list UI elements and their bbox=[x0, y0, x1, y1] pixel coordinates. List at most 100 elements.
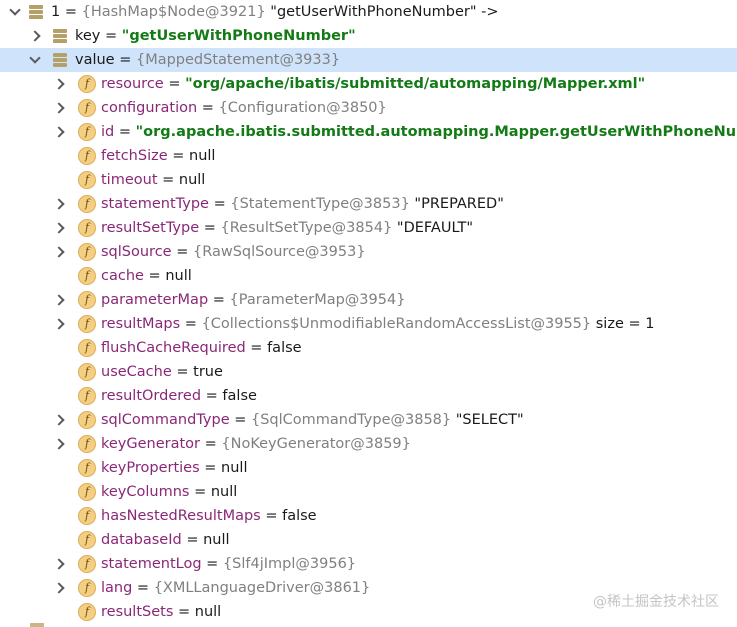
variable-name: statementType bbox=[101, 196, 209, 212]
tree-row-flushcacherequired[interactable]: f flushCacheRequired = false bbox=[0, 336, 737, 360]
variable-label: databaseId = null bbox=[101, 528, 230, 552]
equals-sign: = bbox=[143, 268, 166, 284]
equals-sign: = bbox=[171, 364, 194, 380]
variable-value: size = 1 bbox=[591, 316, 655, 332]
tree-row-keygenerator[interactable]: f keyGenerator = {NoKeyGenerator@3859} bbox=[0, 432, 737, 456]
variable-name: resultSetType bbox=[101, 220, 200, 236]
variable-name: value bbox=[75, 52, 115, 68]
variable-value: "DEFAULT" bbox=[392, 220, 474, 236]
chevron-right-icon[interactable] bbox=[52, 72, 66, 96]
variable-label: timeout = null bbox=[101, 168, 205, 192]
field-icon: f bbox=[78, 555, 96, 573]
tree-row-value[interactable]: value = {MappedStatement@3933} bbox=[0, 48, 737, 72]
chevron-right-icon[interactable] bbox=[52, 432, 66, 456]
stack-icon bbox=[52, 28, 68, 44]
tree-row-resultmaps[interactable]: f resultMaps = {Collections$UnmodifiableR… bbox=[0, 312, 737, 336]
variable-label: flushCacheRequired = false bbox=[101, 336, 302, 360]
variable-value: false bbox=[282, 508, 317, 524]
chevron-right-icon[interactable] bbox=[52, 552, 66, 576]
field-icon: f bbox=[78, 243, 96, 261]
object-reference: {ResultSetType@3854} bbox=[220, 220, 393, 236]
variable-label: statementType = {StatementType@3853} "PR… bbox=[101, 192, 504, 216]
chevron-down-icon[interactable] bbox=[28, 48, 42, 72]
field-icon: f bbox=[78, 483, 96, 501]
equals-sign: = bbox=[100, 28, 122, 44]
chevron-right-icon[interactable] bbox=[52, 120, 66, 144]
object-reference: {NoKeyGenerator@3859} bbox=[221, 436, 411, 452]
tree-row-configuration[interactable]: f configuration = {Configuration@3850} bbox=[0, 96, 737, 120]
tree-row-keycolumns[interactable]: f keyColumns = null bbox=[0, 480, 737, 504]
variable-label: lang = {XMLLanguageDriver@3861} bbox=[101, 576, 370, 600]
equals-sign: = bbox=[114, 52, 136, 68]
chevron-right-icon[interactable] bbox=[52, 312, 66, 336]
variable-name: 1 bbox=[51, 4, 61, 20]
tree-row-keyproperties[interactable]: f keyProperties = null bbox=[0, 456, 737, 480]
tree-row-statementtype[interactable]: f statementType = {StatementType@3853} "P… bbox=[0, 192, 737, 216]
tree-row-sqlsource[interactable]: f sqlSource = {RawSqlSource@3953} bbox=[0, 240, 737, 264]
object-reference: {MappedStatement@3933} bbox=[135, 52, 341, 68]
variable-label: keyProperties = null bbox=[101, 456, 247, 480]
variable-label: useCache = true bbox=[101, 360, 223, 384]
tree-row-timeout[interactable]: f timeout = null bbox=[0, 168, 737, 192]
tree-row-databaseid[interactable]: f databaseId = null bbox=[0, 528, 737, 552]
chevron-right-icon[interactable] bbox=[52, 408, 66, 432]
variable-name: id bbox=[101, 124, 115, 140]
tree-row-key[interactable]: key = "getUserWithPhoneNumber" bbox=[0, 24, 737, 48]
field-icon: f bbox=[78, 267, 96, 285]
equals-sign: = bbox=[208, 196, 231, 212]
chevron-right-icon[interactable] bbox=[52, 240, 66, 264]
tree-row-statementlog[interactable]: f statementLog = {Slf4jImpl@3956} bbox=[0, 552, 737, 576]
tree-row-cache[interactable]: f cache = null bbox=[0, 264, 737, 288]
variable-label: cache = null bbox=[101, 264, 192, 288]
chevron-right-icon[interactable] bbox=[52, 576, 66, 600]
field-icon: f bbox=[78, 171, 96, 189]
tree-row-id[interactable]: f id = "org.apache.ibatis.submitted.autom… bbox=[0, 120, 737, 144]
field-icon: f bbox=[78, 411, 96, 429]
field-icon: f bbox=[78, 75, 96, 93]
chevron-right-icon[interactable] bbox=[28, 24, 42, 48]
tree-row-usecache[interactable]: f useCache = true bbox=[0, 360, 737, 384]
tree-row-hasnestedresultmaps[interactable]: f hasNestedResultMaps = false bbox=[0, 504, 737, 528]
chevron-down-icon[interactable] bbox=[8, 0, 22, 24]
chevron-right-icon[interactable] bbox=[52, 216, 66, 240]
field-icon: f bbox=[78, 435, 96, 453]
variable-name: resource bbox=[101, 76, 164, 92]
object-reference: {ParameterMap@3954} bbox=[229, 292, 406, 308]
tree-row-1[interactable]: 1 = {HashMap$Node@3921} "getUserWithPhon… bbox=[0, 0, 737, 24]
tree-row-sqlcommandtype[interactable]: f sqlCommandType = {SqlCommandType@3858} … bbox=[0, 408, 737, 432]
tree-row-parametermap[interactable]: f parameterMap = {ParameterMap@3954} bbox=[0, 288, 737, 312]
tree-row-fetchsize[interactable]: f fetchSize = null bbox=[0, 144, 737, 168]
equals-sign: = bbox=[181, 532, 204, 548]
variable-name: databaseId bbox=[101, 532, 182, 548]
object-reference: {Collections$UnmodifiableRandomAccessLis… bbox=[201, 316, 592, 332]
field-icon: f bbox=[78, 387, 96, 405]
variable-label: parameterMap = {ParameterMap@3954} bbox=[101, 288, 405, 312]
variable-label: hasNestedResultMaps = false bbox=[101, 504, 317, 528]
variable-label: sqlCommandType = {SqlCommandType@3858} "… bbox=[101, 408, 524, 432]
variable-label: resultSetType = {ResultSetType@3854} "DE… bbox=[101, 216, 473, 240]
variable-label: sqlSource = {RawSqlSource@3953} bbox=[101, 240, 366, 264]
equals-sign: = bbox=[157, 172, 179, 188]
chevron-right-icon[interactable] bbox=[52, 192, 66, 216]
field-icon: f bbox=[78, 603, 96, 621]
chevron-right-icon[interactable] bbox=[52, 96, 66, 120]
chevron-right-icon[interactable] bbox=[52, 288, 66, 312]
tree-row-resultordered[interactable]: f resultOrdered = false bbox=[0, 384, 737, 408]
stack-icon bbox=[28, 4, 44, 20]
variable-name: keyGenerator bbox=[101, 436, 201, 452]
variable-value: null bbox=[178, 172, 206, 188]
object-reference: {Slf4jImpl@3956} bbox=[222, 556, 357, 572]
field-icon: f bbox=[78, 531, 96, 549]
variable-name: keyColumns bbox=[101, 484, 190, 500]
variable-value: "getUserWithPhoneNumber" bbox=[121, 28, 356, 44]
variable-name: key bbox=[75, 28, 101, 44]
tree-row-resource[interactable]: f resource = "org/apache/ibatis/submitted… bbox=[0, 72, 737, 96]
tree-row-resultsettype[interactable]: f resultSetType = {ResultSetType@3854} "D… bbox=[0, 216, 737, 240]
equals-sign: = bbox=[163, 76, 186, 92]
variable-label: 1 = {HashMap$Node@3921} "getUserWithPhon… bbox=[51, 0, 499, 24]
variable-name: sqlSource bbox=[101, 244, 172, 260]
field-icon: f bbox=[78, 315, 96, 333]
watermark: @稀土掘金技术社区 bbox=[593, 594, 719, 610]
variable-name: lang bbox=[101, 580, 133, 596]
variable-name: flushCacheRequired bbox=[101, 340, 246, 356]
